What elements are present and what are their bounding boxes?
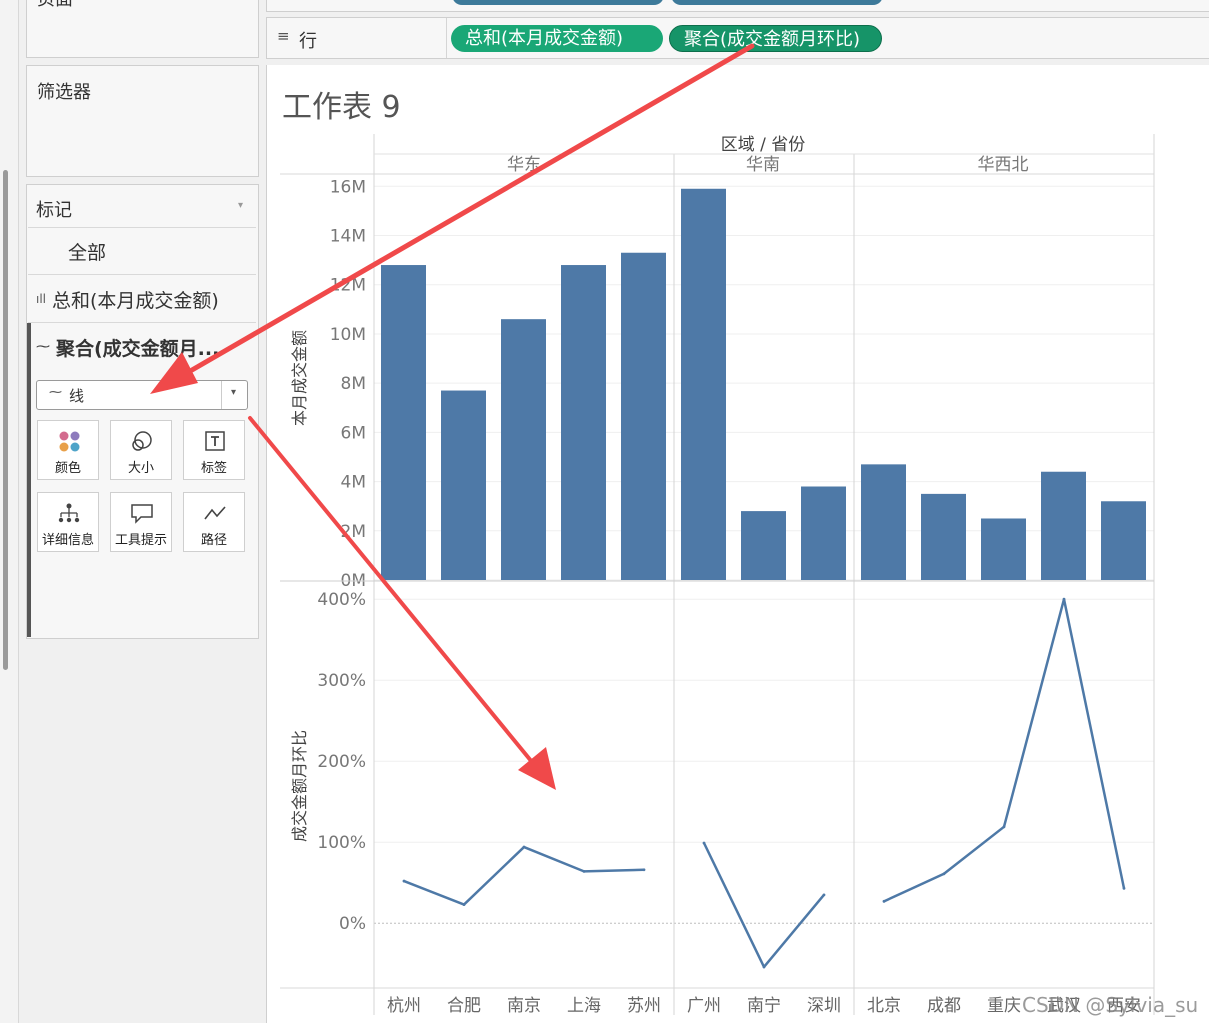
x-tick-label-南宁: 南宁	[747, 996, 781, 1016]
bar-北京	[861, 464, 906, 580]
line-point-上海	[582, 869, 586, 873]
line-point-南宁	[762, 965, 766, 969]
bar-y-tick-label: 6M	[341, 423, 366, 443]
line-y-tick-label: 300%	[317, 671, 366, 691]
line-point-重庆	[1002, 825, 1006, 829]
line-point-苏州	[642, 868, 646, 872]
line-series-华东	[403, 845, 645, 906]
region-province-header: 区域 / 省份	[721, 135, 806, 155]
line-point-西安	[1122, 886, 1126, 890]
watermark: CSDN @Sylvia_su	[1022, 993, 1199, 1017]
x-tick-label-成都: 成都	[927, 996, 961, 1016]
line-point-广州	[702, 841, 706, 845]
x-tick-label-深圳: 深圳	[807, 996, 841, 1016]
line-y-tick-label: 0%	[339, 914, 366, 934]
region-label-south: 华南	[746, 155, 780, 175]
bar-成都	[921, 493, 966, 580]
bar-西安	[1101, 501, 1146, 580]
bar-y-tick-label: 10M	[330, 325, 366, 345]
bar-上海	[561, 265, 606, 580]
line-point-成都	[942, 872, 946, 876]
bar-武汉	[1041, 471, 1086, 580]
bar-y-tick-label: 4M	[341, 473, 366, 493]
line-point-北京	[882, 899, 886, 903]
x-tick-label-南京: 南京	[507, 996, 541, 1016]
x-tick-label-北京: 北京	[867, 996, 901, 1016]
line-series-华西北	[883, 597, 1126, 903]
line-point-南京	[522, 845, 526, 849]
line-point-杭州	[402, 879, 406, 883]
annotation-arrow-shaft	[189, 43, 755, 373]
bar-y-tick-label: 8M	[341, 374, 366, 394]
line-point-深圳	[822, 893, 826, 897]
line-point-合肥	[462, 903, 466, 906]
region-label-northwest: 华西北	[978, 155, 1029, 175]
line-y-axis-title: 成交金额月环比	[290, 730, 309, 842]
line-y-tick-label: 100%	[317, 833, 366, 853]
bar-南宁	[741, 511, 786, 580]
line-y-tick-label: 200%	[317, 752, 366, 772]
bar-y-axis-title: 本月成交金额	[290, 330, 309, 426]
line-series-华南	[702, 842, 825, 969]
bar-合肥	[441, 390, 486, 580]
x-tick-label-杭州: 杭州	[387, 996, 421, 1016]
chart-canvas: 0M2M4M6M8M10M12M14M16M0%100%200%300%400%…	[150, 43, 1155, 1016]
bar-南京	[501, 319, 546, 580]
bar-y-tick-label: 16M	[330, 177, 366, 197]
annotation-arrow-head	[150, 352, 198, 394]
x-tick-label-广州: 广州	[687, 996, 721, 1016]
line-y-tick-label: 400%	[317, 590, 366, 610]
x-tick-label-重庆: 重庆	[987, 996, 1021, 1016]
x-tick-label-苏州: 苏州	[627, 996, 661, 1016]
bar-广州	[681, 188, 726, 580]
chart-root: 0M2M4M6M8M10M12M14M16M0%100%200%300%400%…	[280, 134, 1155, 1016]
bar-杭州	[381, 265, 426, 580]
x-tick-label-合肥: 合肥	[447, 996, 481, 1016]
bar-深圳	[801, 486, 846, 580]
x-tick-label-上海: 上海	[567, 996, 601, 1016]
bar-苏州	[621, 252, 666, 581]
bar-y-tick-label: 14M	[330, 227, 366, 247]
line-point-武汉	[1062, 597, 1066, 601]
bar-重庆	[981, 518, 1026, 580]
